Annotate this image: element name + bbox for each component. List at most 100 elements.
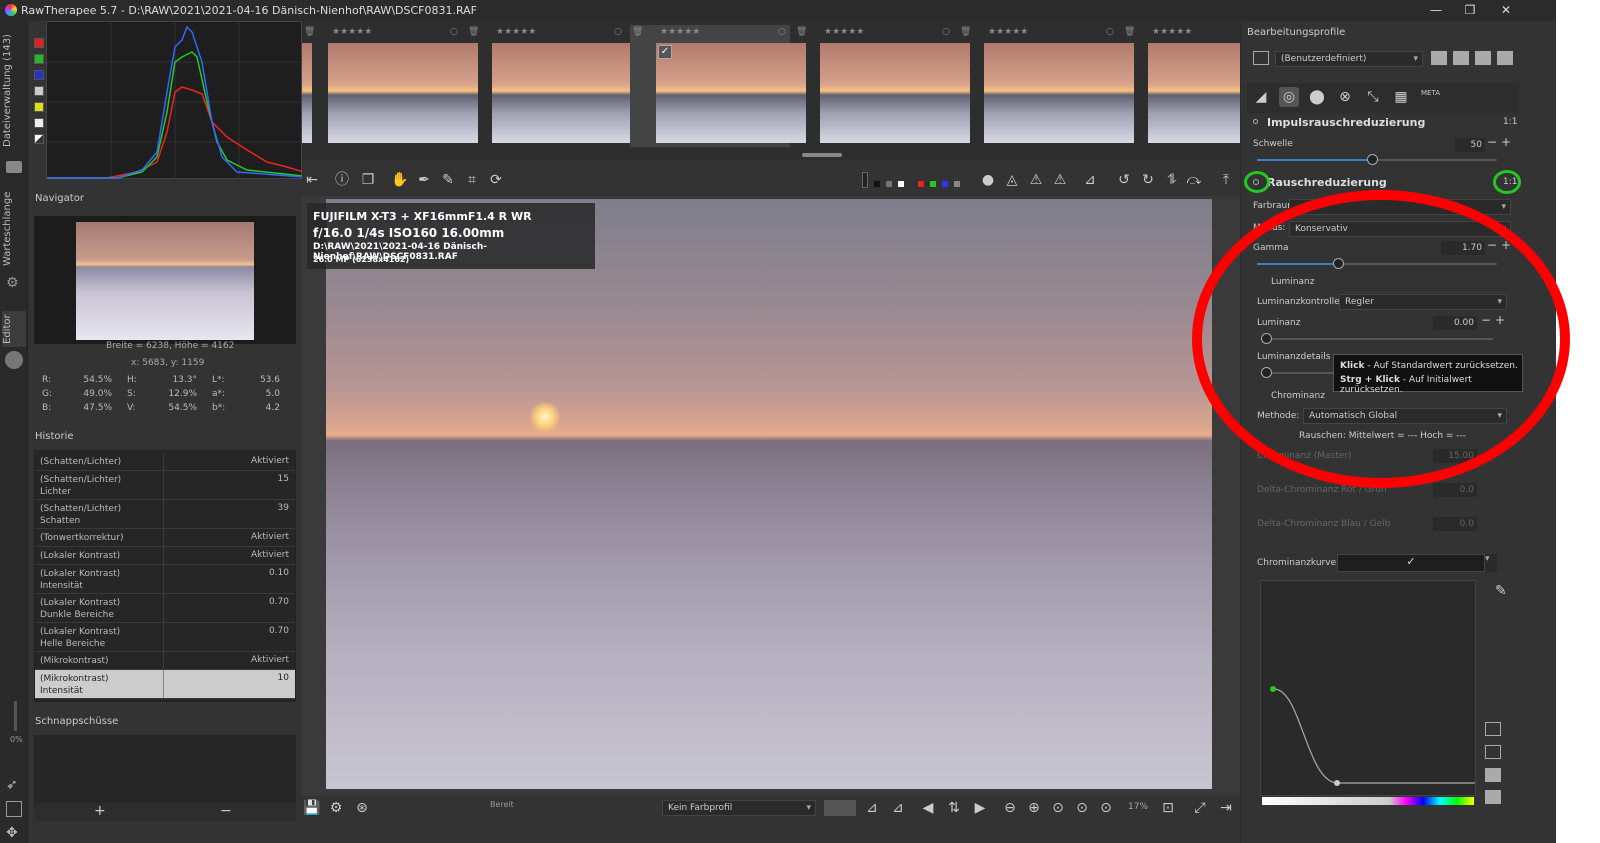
color-picker-icon[interactable]: ✎ <box>438 170 458 190</box>
thumbnail-image[interactable] <box>984 43 1134 143</box>
history-row[interactable]: (Mikrokontrast) Aktiviert <box>35 652 295 670</box>
softproof-icon[interactable]: ⊿ <box>862 798 882 818</box>
info-icon[interactable]: ⓘ <box>332 170 352 190</box>
intent-dropdown[interactable] <box>824 800 856 816</box>
aperture-icon[interactable] <box>5 351 23 369</box>
history-row[interactable]: (Lokaler Kontrast) Helle Bereiche 0.70 <box>35 623 295 652</box>
rotate-left-icon[interactable]: ↺ <box>1114 170 1134 190</box>
thumbnail-selected[interactable]: 🗑 ★★★★★ ○ ✓ <box>630 25 806 147</box>
clipping-shadows-icon[interactable]: ◬ <box>1002 170 1022 190</box>
right-scrollbar[interactable] <box>1524 21 1556 843</box>
impulse-enable-icon[interactable] <box>1253 119 1258 124</box>
hide-left-panel-icon[interactable]: ⇤ <box>302 170 322 190</box>
schwelle-minus[interactable]: − <box>1487 135 1497 149</box>
add-snapshot-button[interactable]: + <box>94 803 106 819</box>
history-row[interactable]: (Lokaler Kontrast) Intensität 0.10 <box>35 565 295 594</box>
remove-snapshot-button[interactable]: − <box>220 803 232 819</box>
schwelle-value[interactable]: 50 <box>1455 138 1485 152</box>
paste-curve-icon[interactable] <box>1485 745 1501 759</box>
impulse-ratio[interactable]: 1:1 <box>1503 117 1517 127</box>
flip-horizontal-icon[interactable]: ⥮ <box>1162 170 1182 190</box>
hide-top-panel-icon[interactable]: ⤒ <box>1216 170 1236 190</box>
tab-color-icon[interactable]: ⬤ <box>1307 87 1327 107</box>
edit-curve-icon[interactable]: ✎ <box>1495 583 1507 599</box>
thumbnail[interactable]: 🗑 ★★★★★ ○ <box>302 25 478 147</box>
copy-profile-icon[interactable] <box>1475 51 1491 65</box>
tab-dateiverwaltung[interactable]: Dateiverwaltung (143) <box>2 31 26 151</box>
gears-icon[interactable]: ⚙ <box>6 275 22 291</box>
paste-profile-icon[interactable] <box>1497 51 1513 65</box>
crop-icon[interactable]: ⌗ <box>462 170 482 190</box>
thumbnail-image[interactable] <box>820 43 970 143</box>
color-profile-dropdown[interactable]: Kein Farbprofil <box>662 800 816 816</box>
perspective-icon[interactable]: ⊿ <box>1080 170 1100 190</box>
save-profile-icon[interactable] <box>1453 51 1469 65</box>
queue-icon[interactable]: ⚙ <box>326 798 346 818</box>
barebones-toggle[interactable] <box>34 134 44 144</box>
zoom-slider[interactable] <box>14 701 17 731</box>
hide-right-panel-icon[interactable]: ⇥ <box>1216 798 1236 818</box>
schwelle-plus[interactable]: + <box>1501 135 1511 149</box>
schwelle-knob[interactable] <box>1367 154 1378 165</box>
chroma-curve[interactable] <box>1261 581 1477 797</box>
folder-icon[interactable] <box>6 161 22 173</box>
thumbnail-image[interactable] <box>1148 43 1240 143</box>
noise-section-title[interactable]: Rauschreduzierung <box>1267 176 1387 189</box>
thumbnail[interactable]: 🗑 ★★★★★ ○ <box>958 25 1134 147</box>
history-row[interactable]: (Lokaler Kontrast) Aktiviert <box>35 547 295 565</box>
thumbnail[interactable]: 🗑 ★★★★★ ○ <box>466 25 642 147</box>
open-profile-icon[interactable] <box>1431 51 1447 65</box>
zoom-fit-icon[interactable]: ⊙ <box>1048 798 1068 818</box>
checkmark-icon[interactable]: ✓ <box>658 45 672 59</box>
flip-vertical-icon[interactable]: ⤼ <box>1184 170 1204 190</box>
save-curve-icon[interactable] <box>1485 790 1501 804</box>
before-after-icon[interactable]: ❐ <box>358 170 378 190</box>
filmstrip-scrollbar[interactable] <box>802 153 842 157</box>
curve-type-arrow[interactable]: ▾ <box>1485 554 1497 572</box>
tab-detail-icon[interactable]: ◎ <box>1279 87 1299 107</box>
rotate-right-icon[interactable]: ↻ <box>1138 170 1158 190</box>
thumbnail-image[interactable] <box>656 43 806 143</box>
warning-highlights-icon[interactable]: ⚠ <box>1050 170 1070 190</box>
luminance-toggle[interactable] <box>34 86 44 96</box>
save-icon[interactable]: 💾 <box>302 798 322 818</box>
previous-image-icon[interactable]: ◀ <box>918 798 938 818</box>
history-row[interactable]: (Lokaler Kontrast) Dunkle Bereiche 0.70 <box>35 594 295 623</box>
history-row[interactable]: (Schatten/Lichter) Schatten 39 <box>35 500 295 529</box>
tab-exposure-icon[interactable]: ◢ <box>1251 87 1271 107</box>
external-editor-icon[interactable]: ⊛ <box>352 798 372 818</box>
gamut-icon[interactable]: ⊿ <box>888 798 908 818</box>
load-curve-icon[interactable] <box>1485 768 1501 782</box>
profile-list-icon[interactable] <box>1253 51 1269 65</box>
fullscreen-icon[interactable]: ⤢ <box>1190 798 1210 818</box>
tab-transform-icon[interactable]: ⤡ <box>1363 87 1383 107</box>
hand-tool-icon[interactable]: ✋ <box>390 170 410 190</box>
red-channel-toggle[interactable] <box>34 38 44 48</box>
blue-channel-toggle[interactable] <box>34 70 44 80</box>
next-image-icon[interactable]: ▶ <box>970 798 990 818</box>
thumbnail-image[interactable] <box>492 43 642 143</box>
new-detail-window-icon[interactable]: ⊡ <box>1158 798 1178 818</box>
navigator-panel[interactable] <box>34 216 296 344</box>
impulse-section-title[interactable]: Impulsrauschreduzierung <box>1267 116 1425 129</box>
profile-dropdown[interactable]: (Benutzerdefiniert) <box>1275 51 1423 67</box>
tab-meta[interactable]: META <box>1421 89 1440 97</box>
chroma-toggle[interactable] <box>34 102 44 112</box>
close-button[interactable]: ✕ <box>1492 1 1520 19</box>
chroma-curve-editor[interactable] <box>1260 580 1476 796</box>
tab-raw-icon[interactable]: ▦ <box>1391 87 1411 107</box>
history-row-selected[interactable]: (Mikrokontrast) Intensität 10 <box>35 670 295 699</box>
white-balance-picker-icon[interactable]: ✒ <box>414 170 434 190</box>
copy-curve-icon[interactable] <box>1485 722 1501 736</box>
zoom-out-icon[interactable]: ⊖ <box>1000 798 1020 818</box>
preview-mode-swatches[interactable] <box>862 172 962 188</box>
focus-mask-icon[interactable]: ● <box>978 170 998 190</box>
thumbnail[interactable]: 🗑 ★★★★★ <box>1122 25 1240 147</box>
thumbnail-image[interactable] <box>328 43 478 143</box>
main-photo[interactable] <box>326 199 1212 789</box>
history-row[interactable]: (Tonwertkorrektur) Aktiviert <box>35 529 295 547</box>
green-channel-toggle[interactable] <box>34 54 44 64</box>
tab-warteschlange[interactable]: Warteschlange <box>2 192 26 266</box>
move-icon[interactable]: ✥ <box>6 825 22 841</box>
batch-icon[interactable] <box>6 801 22 817</box>
